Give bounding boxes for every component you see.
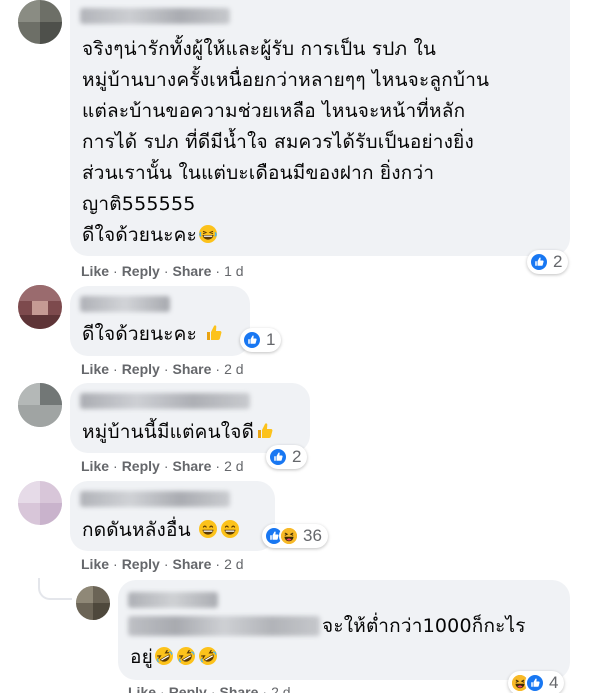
grinning-emoji bbox=[198, 519, 218, 539]
comment-text: ดีใจด้วยนะคะ bbox=[82, 319, 225, 351]
share-link[interactable]: Share bbox=[172, 263, 211, 279]
comment-bubble: กดดันหลังอื่น bbox=[70, 481, 275, 551]
haha-icon bbox=[279, 526, 299, 546]
timestamp[interactable]: 2 d bbox=[224, 361, 243, 377]
comment-bubble: จริงๆน่ารักทั้งผู้ให้และผู้รับ การเป็น ร… bbox=[70, 0, 570, 256]
like-link[interactable]: Like bbox=[81, 556, 109, 572]
share-link[interactable]: Share bbox=[172, 556, 211, 572]
comment-bubble: หมู่บ้านนี้มีแต่คนใจดี bbox=[70, 383, 310, 453]
comment-actions: Like · Reply · Share · 1 d bbox=[81, 263, 244, 279]
comment-line: ดีใจด้วยนะคะ bbox=[82, 220, 219, 252]
comment-line: จริงๆน่ารักทั้งผู้ให้และผู้รับ การเป็น ร… bbox=[82, 38, 437, 60]
timestamp[interactable]: 1 d bbox=[224, 263, 243, 279]
reply-line-text: อยู่ bbox=[130, 646, 153, 668]
comment-line: แต่ละบ้านขอความช่วยเหลือ ไหนจะหน้าที่หลั… bbox=[82, 100, 466, 122]
thumbs-up-icon bbox=[525, 673, 545, 693]
commenter-name-redacted[interactable] bbox=[80, 8, 230, 24]
reply-line: อยู่ bbox=[130, 642, 219, 674]
timestamp[interactable]: 2 d bbox=[271, 684, 290, 693]
reply-link[interactable]: Reply bbox=[122, 361, 160, 377]
reply-link[interactable]: Reply bbox=[122, 458, 160, 474]
reaction-count[interactable]: 1 bbox=[240, 328, 282, 352]
comment-line: ส่วนเรานั้น ในแต่บะเดือนมีของฝาก ยิ่งกว่… bbox=[82, 162, 435, 184]
comment-text-content: กดดันหลังอื่น bbox=[82, 519, 191, 541]
reply-actions: Like · Reply · Share · 2 d bbox=[128, 684, 291, 693]
comment-line: การได้ รปภ ที่ดีมีน้ำใจ สมควรได้รับเป็นอ… bbox=[82, 131, 474, 153]
thumbs-up-icon bbox=[242, 330, 262, 350]
reaction-count[interactable]: 36 bbox=[262, 524, 328, 548]
comment-text: กดดันหลังอื่น bbox=[82, 515, 241, 547]
avatar[interactable] bbox=[18, 285, 62, 329]
reaction-count-value: 1 bbox=[266, 330, 276, 349]
commenter-name-redacted[interactable] bbox=[80, 393, 250, 409]
comment-text-content: หมู่บ้านนี้มีแต่คนใจดี bbox=[82, 421, 255, 443]
comment-line: หมู่บ้านบางครั้งเหนื่อยกว่าหลายๆๆ ไหนจะล… bbox=[82, 69, 490, 91]
share-link[interactable]: Share bbox=[219, 684, 258, 693]
avatar[interactable] bbox=[18, 0, 62, 44]
reaction-count[interactable]: 2 bbox=[527, 250, 569, 274]
comment-line: ญาติ555555 bbox=[82, 193, 196, 215]
comment-actions: Like · Reply · Share · 2 d bbox=[81, 361, 244, 377]
comment-text: หมู่บ้านนี้มีแต่คนใจดี bbox=[82, 417, 276, 449]
like-link[interactable]: Like bbox=[128, 684, 156, 693]
reaction-count-value: 2 bbox=[553, 252, 563, 271]
comment-line-text: ดีใจด้วยนะคะ bbox=[82, 224, 197, 246]
avatar[interactable] bbox=[18, 481, 62, 525]
like-link[interactable]: Like bbox=[81, 361, 109, 377]
share-link[interactable]: Share bbox=[172, 361, 211, 377]
like-link[interactable]: Like bbox=[81, 263, 109, 279]
reaction-count[interactable]: 4 bbox=[508, 671, 565, 693]
thumbs-up-emoji bbox=[204, 323, 224, 343]
reply-mention-redacted[interactable] bbox=[128, 616, 320, 636]
thumbs-up-icon bbox=[529, 252, 549, 272]
reply-link[interactable]: Reply bbox=[122, 263, 160, 279]
rolling-laughing-emoji bbox=[154, 646, 174, 666]
reaction-count-value: 36 bbox=[303, 526, 322, 545]
comment-text-content: ดีใจด้วยนะคะ bbox=[82, 323, 197, 345]
reaction-count-value: 4 bbox=[549, 673, 559, 692]
commenter-name-redacted[interactable] bbox=[80, 491, 230, 507]
timestamp[interactable]: 2 d bbox=[224, 556, 243, 572]
comment-bubble: ดีใจด้วยนะคะ bbox=[70, 286, 250, 356]
timestamp[interactable]: 2 d bbox=[224, 458, 243, 474]
replier-name-redacted[interactable] bbox=[128, 592, 218, 608]
avatar[interactable] bbox=[76, 586, 110, 620]
reply-link[interactable]: Reply bbox=[122, 556, 160, 572]
reply-line: จะให้ต่ำกว่า1000ก็กะไร bbox=[322, 615, 526, 637]
share-link[interactable]: Share bbox=[172, 458, 211, 474]
rolling-laughing-emoji bbox=[176, 646, 196, 666]
rolling-laughing-emoji bbox=[198, 646, 218, 666]
reaction-count-value: 2 bbox=[292, 447, 302, 466]
reply-link[interactable]: Reply bbox=[169, 684, 207, 693]
commenter-name-redacted[interactable] bbox=[80, 296, 170, 312]
laughing-tears-emoji bbox=[198, 224, 218, 244]
grinning-emoji bbox=[220, 519, 240, 539]
comment-actions: Like · Reply · Share · 2 d bbox=[81, 556, 244, 572]
like-link[interactable]: Like bbox=[81, 458, 109, 474]
reply-thread-line bbox=[38, 578, 72, 600]
reply-bubble: จะให้ต่ำกว่า1000ก็กะไร อยู่ bbox=[118, 580, 570, 680]
thumbs-up-emoji bbox=[255, 421, 275, 441]
avatar[interactable] bbox=[18, 383, 62, 427]
comment-actions: Like · Reply · Share · 2 d bbox=[81, 458, 244, 474]
thumbs-up-icon bbox=[268, 447, 288, 467]
reaction-count[interactable]: 2 bbox=[266, 445, 308, 469]
